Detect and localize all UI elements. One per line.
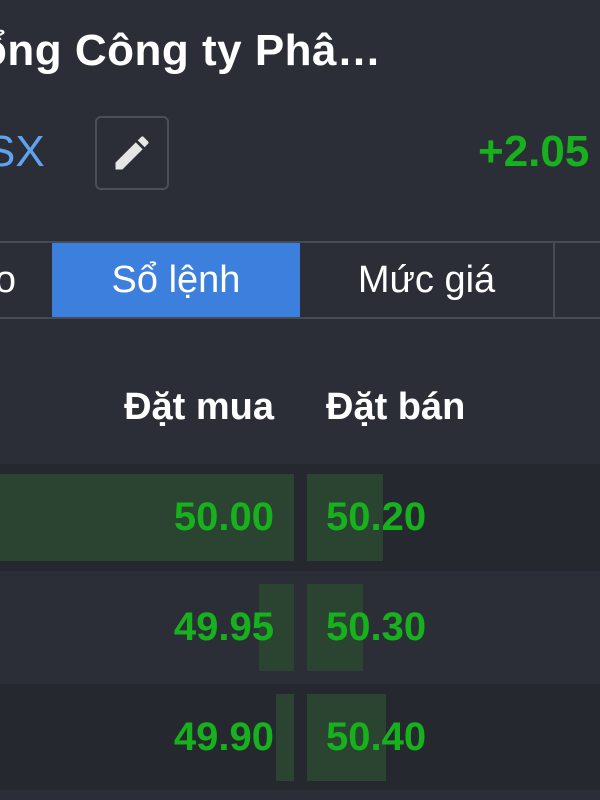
ask-column-header: Đặt bán (326, 386, 466, 428)
tab-previous-label: o (0, 259, 16, 301)
bid-price[interactable]: 49.95 (174, 574, 274, 681)
tab-next[interactable] (555, 243, 600, 317)
order-book-row[interactable]: 49.90 50.40 (0, 684, 600, 791)
tab-price-levels[interactable]: Mức giá (300, 243, 555, 317)
bid-price[interactable]: 49.90 (174, 684, 274, 791)
tab-bar: o Sổ lệnh Mức giá (0, 241, 600, 319)
bid-price[interactable]: 50.00 (174, 464, 274, 571)
ask-price[interactable]: 50.40 (326, 684, 426, 791)
ask-price[interactable]: 50.30 (326, 574, 426, 681)
company-title: ổng Công ty Phâ… (0, 26, 382, 75)
order-book-row[interactable]: 49.95 50.30 (0, 574, 600, 681)
tab-order-book[interactable]: Sổ lệnh (52, 243, 300, 317)
price-change: +2.05 (478, 127, 590, 176)
bid-volume-bar (276, 694, 294, 781)
bottom-divider (0, 790, 600, 800)
edit-button[interactable] (95, 116, 169, 190)
tab-previous[interactable]: o (0, 243, 52, 317)
exchange-label[interactable]: SX (0, 127, 45, 177)
order-book-row[interactable]: 50.00 50.20 (0, 464, 600, 571)
bid-column-header: Đặt mua (124, 386, 274, 428)
ask-price[interactable]: 50.20 (326, 464, 426, 571)
pencil-icon (115, 136, 149, 170)
